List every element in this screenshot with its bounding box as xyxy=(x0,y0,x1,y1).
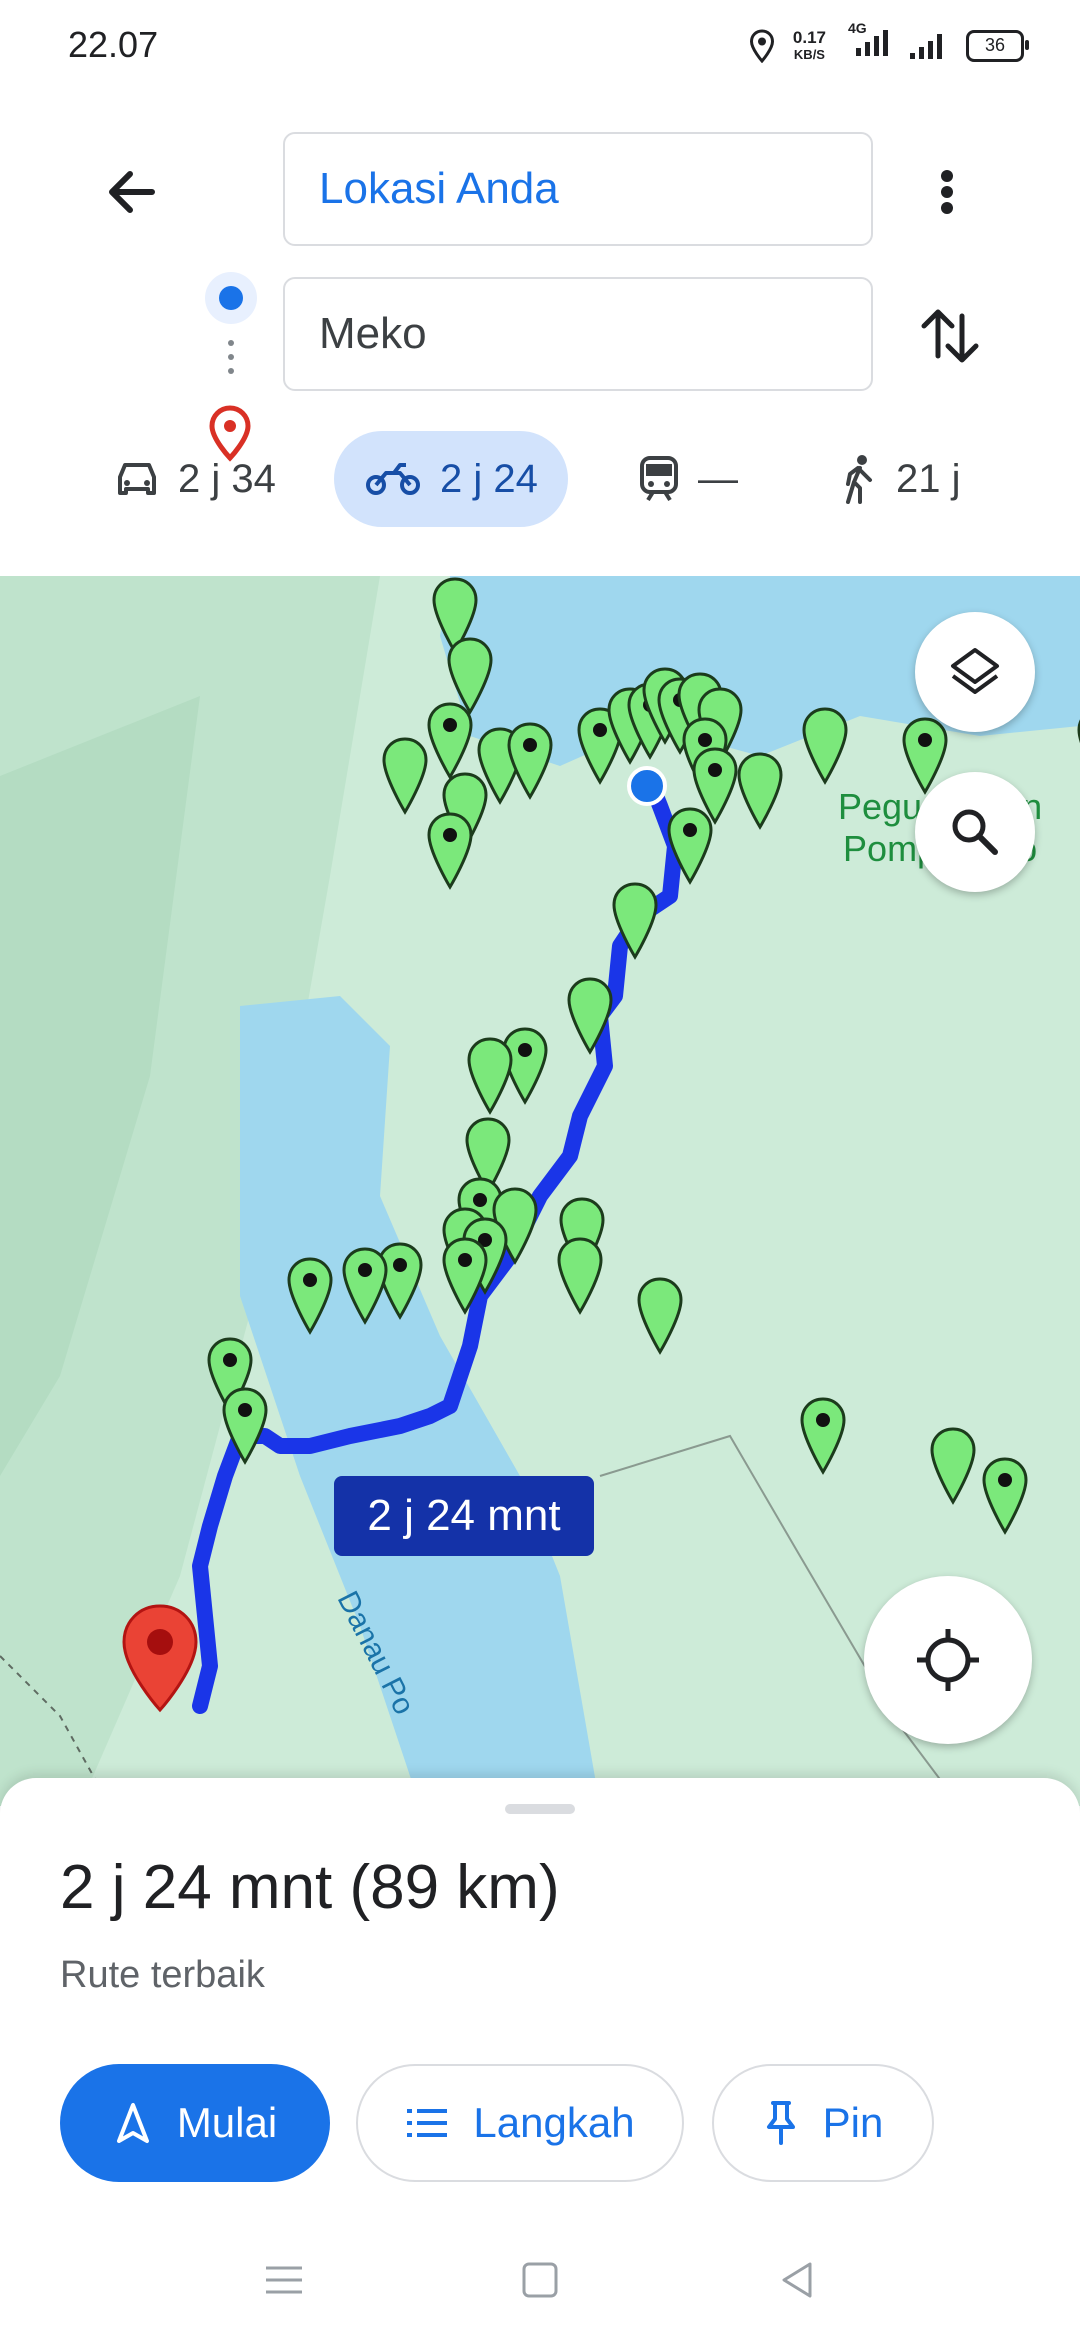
steps-button[interactable]: Langkah xyxy=(356,2064,684,2182)
place-marker-icon[interactable] xyxy=(555,1236,605,1316)
place-marker-icon[interactable] xyxy=(1075,706,1080,786)
place-marker-icon[interactable] xyxy=(635,1276,685,1356)
walk-icon xyxy=(846,455,872,504)
list-icon xyxy=(407,2109,448,2137)
place-marker-icon[interactable] xyxy=(798,1396,848,1476)
place-marker-icon[interactable] xyxy=(440,1236,490,1316)
route-connector-icon xyxy=(228,340,234,384)
map-view[interactable]: 2 j 24 mnt Pegunungan Pompangeo Danau Po xyxy=(0,576,1080,1806)
place-marker-icon[interactable] xyxy=(610,881,660,961)
layers-icon xyxy=(951,648,999,694)
car-icon xyxy=(118,463,156,495)
status-icons: 0.17 KB/S 4G 36 xyxy=(749,20,1029,63)
location-icon xyxy=(749,28,774,63)
pin-button[interactable]: Pin xyxy=(712,2064,934,2182)
search-along-route-button[interactable] xyxy=(915,772,1035,892)
net-speed: 0.17 KB/S xyxy=(792,27,826,62)
more-options-button[interactable] xyxy=(915,152,979,232)
back-button[interactable] xyxy=(96,156,168,228)
status-bar: 22.07 0.17 KB/S 4G 36 xyxy=(0,0,1080,96)
search-icon xyxy=(952,809,998,855)
system-nav-bar xyxy=(0,2228,1080,2340)
more-vert-icon xyxy=(941,170,953,214)
status-time: 22.07 xyxy=(68,24,159,65)
route-summary: 2 j 24 mnt (89 km) xyxy=(60,1853,560,1922)
route-subtitle: Rute terbaik xyxy=(60,1954,265,1996)
back-nav-icon[interactable] xyxy=(776,2258,820,2302)
train-icon xyxy=(640,456,678,502)
route-summary-sheet: 2 j 24 mnt (89 km) Rute terbaik Mulai La… xyxy=(0,1778,1080,2228)
place-marker-icon[interactable] xyxy=(340,1246,390,1326)
place-marker-icon[interactable] xyxy=(800,706,850,786)
layers-button[interactable] xyxy=(915,612,1035,732)
my-location-icon xyxy=(917,1629,979,1691)
origin-dot-icon xyxy=(205,272,257,324)
motorcycle-icon xyxy=(366,463,420,495)
swap-route-button[interactable] xyxy=(910,296,990,376)
menu-icon[interactable] xyxy=(262,2258,306,2302)
pin-icon xyxy=(766,2101,795,2145)
place-marker-icon[interactable] xyxy=(425,701,475,781)
origin-input[interactable]: Lokasi Anda xyxy=(283,132,873,246)
current-location-icon xyxy=(627,766,667,806)
navigation-arrow-icon xyxy=(116,2103,149,2143)
tab-car[interactable]: 2 j 34 xyxy=(114,431,276,527)
route-duration-label[interactable]: 2 j 24 mnt xyxy=(334,1476,594,1556)
start-button[interactable]: Mulai xyxy=(60,2064,330,2182)
place-marker-icon[interactable] xyxy=(380,736,430,816)
place-marker-icon[interactable] xyxy=(465,1036,515,1116)
place-marker-icon[interactable] xyxy=(735,751,785,831)
place-marker-icon[interactable] xyxy=(285,1256,335,1336)
directions-header: Lokasi Anda Meko 2 j 34 2 j 24 — 21 j xyxy=(0,96,1080,576)
destination-marker-icon[interactable] xyxy=(118,1602,202,1714)
destination-input[interactable]: Meko xyxy=(283,277,873,391)
place-marker-icon[interactable] xyxy=(505,721,555,801)
place-marker-icon[interactable] xyxy=(928,1426,978,1506)
travel-mode-tabs: 2 j 34 2 j 24 — 21 j xyxy=(0,431,1080,531)
battery-icon: 36 xyxy=(966,29,1029,62)
tab-motorcycle[interactable]: 2 j 24 xyxy=(334,431,568,527)
tab-walk[interactable]: 21 j xyxy=(840,431,961,527)
place-marker-icon[interactable] xyxy=(220,1386,270,1466)
drag-handle[interactable] xyxy=(505,1804,575,1814)
arrow-left-icon xyxy=(109,171,155,213)
tab-transit[interactable]: — xyxy=(638,431,738,527)
swap-vert-icon xyxy=(921,309,979,363)
home-icon[interactable] xyxy=(518,2258,562,2302)
place-marker-icon[interactable] xyxy=(980,1456,1030,1536)
place-marker-icon[interactable] xyxy=(565,976,615,1056)
place-marker-icon[interactable] xyxy=(665,806,715,886)
signal-icon: 4G xyxy=(844,20,890,63)
signal-icon-2 xyxy=(910,33,942,59)
my-location-button[interactable] xyxy=(864,1576,1032,1744)
place-marker-icon[interactable] xyxy=(425,811,475,891)
